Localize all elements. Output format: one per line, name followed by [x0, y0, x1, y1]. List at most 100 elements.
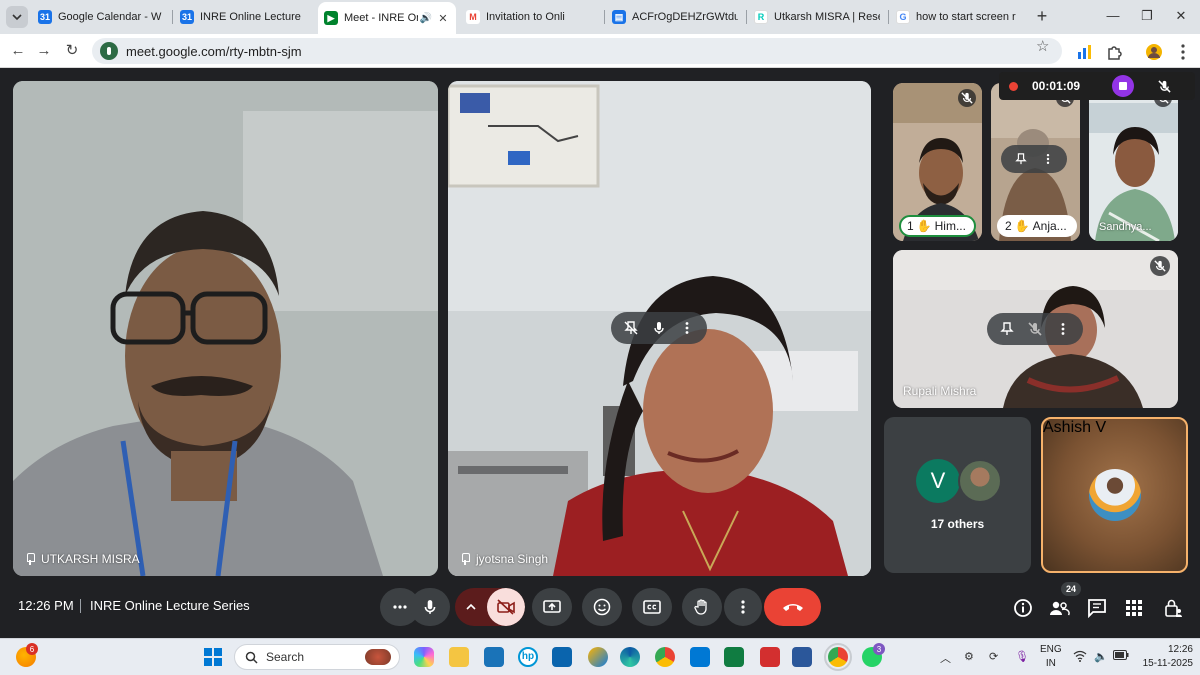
profile-avatar[interactable]	[1145, 43, 1163, 61]
video-tile-anjali[interactable]: 2 ✋ Anja...	[991, 83, 1080, 241]
edge-browser-icon[interactable]	[620, 647, 640, 667]
tab-researchgate[interactable]: R Utkarsh MISRA | Rese	[748, 4, 886, 30]
video-tile-utkarsh[interactable]: UTKARSH MISRA	[13, 81, 438, 576]
captions-button[interactable]	[632, 588, 672, 626]
pin-button[interactable]	[1010, 148, 1032, 170]
chrome-browser-icon[interactable]	[655, 647, 675, 667]
forward-button[interactable]: →	[34, 41, 54, 61]
vscode-app-icon[interactable]	[690, 647, 710, 667]
windows-taskbar: 6 Search hp 3 ︿ ⚙ ⟳ 🎙 ENG IN 🔈 12:26 15-…	[0, 638, 1200, 675]
people-button[interactable]	[1046, 595, 1072, 621]
tab-gmail-invitation[interactable]: M Invitation to Onli	[460, 4, 602, 30]
unpin-button[interactable]	[620, 317, 642, 339]
chrome-active-app-icon[interactable]	[824, 643, 852, 671]
clock-time: 12:26	[1167, 644, 1193, 655]
reactions-button[interactable]	[582, 588, 622, 626]
tray-sync-icon[interactable]: ⟳	[989, 650, 998, 663]
mute-participant-button[interactable]	[648, 317, 670, 339]
recording-mic-button[interactable]	[1153, 75, 1175, 97]
minimize-button[interactable]: —	[1100, 6, 1126, 26]
bookmark-star-icon[interactable]: ☆	[1036, 38, 1049, 56]
reload-button[interactable]: ↻	[62, 41, 82, 61]
word-app-icon[interactable]	[792, 647, 812, 667]
chevron-up-icon	[466, 603, 476, 610]
windows-start-icon[interactable]	[204, 648, 222, 666]
url-field[interactable]: meet.google.com/rty-mbtn-sjm	[92, 38, 1062, 64]
document-icon: ▤	[612, 10, 626, 24]
tab-document[interactable]: ▤ ACFrOgDEHZrGWtdu	[606, 4, 744, 30]
wifi-icon[interactable]	[1073, 650, 1087, 665]
chat-button[interactable]	[1084, 595, 1110, 621]
microsoft-store-app-icon[interactable]	[484, 647, 504, 667]
participant-name-label: Ashish V	[1043, 419, 1107, 436]
tab-label: how to start screen r	[916, 11, 1016, 23]
pin-icon	[460, 553, 470, 565]
stop-recording-button[interactable]	[1112, 75, 1134, 97]
people-icon	[1050, 601, 1070, 616]
camera-options-button[interactable]	[455, 588, 487, 626]
raise-hand-button[interactable]	[682, 588, 722, 626]
meeting-details-button[interactable]	[1010, 595, 1036, 621]
outlook-app-icon[interactable]	[552, 647, 572, 667]
meet-control-bar: 12:26 PM INRE Online Lecture Series	[0, 578, 1200, 638]
video-tile-sandhya[interactable]: Sandhya...	[1089, 83, 1178, 241]
tab-label: INRE Online Lecture	[200, 11, 301, 23]
extensions-puzzle-icon[interactable]	[1105, 43, 1123, 61]
system-clock[interactable]: 12:26 15-11-2025	[1133, 643, 1193, 671]
others-tile[interactable]: V 17 others	[884, 417, 1031, 573]
microphone-off-icon	[1028, 322, 1042, 336]
microphone-icon[interactable]: 🎙	[1015, 650, 1029, 663]
speaker-icon: 🔊	[419, 12, 432, 24]
more-options-button[interactable]	[724, 588, 762, 626]
activities-button[interactable]	[1121, 595, 1147, 621]
camera-off-icon	[497, 599, 515, 615]
video-tile-rupali[interactable]: Rupali Mishra	[893, 250, 1178, 408]
tab-inre-lecture[interactable]: 31 INRE Online Lecture	[174, 4, 314, 30]
tab-search-button[interactable]	[6, 6, 28, 28]
more-options-button[interactable]	[676, 317, 698, 339]
more-vertical-icon[interactable]	[1174, 43, 1192, 61]
language-indicator[interactable]: ENG IN	[1040, 643, 1062, 671]
hp-app-icon[interactable]: hp	[518, 647, 538, 667]
tab-google-calendar[interactable]: 31 Google Calendar - W	[32, 4, 170, 30]
analytics-extension-icon[interactable]	[1076, 43, 1094, 61]
pin-icon	[1000, 322, 1014, 335]
weather-app-icon[interactable]	[588, 647, 608, 667]
participant-name: UTKARSH MISRA	[25, 552, 140, 566]
avatar-initial: V	[916, 459, 960, 503]
close-window-button[interactable]: ✕	[1168, 6, 1194, 26]
tab-meet-active[interactable]: ▶ Meet - INRE Onli 🔊 ✕	[318, 2, 456, 34]
participant-name-label: Him...	[934, 219, 966, 233]
taskbar-search-box[interactable]: Search	[234, 644, 400, 670]
others-count: 17 others	[930, 517, 985, 531]
volume-icon[interactable]: 🔈	[1094, 650, 1108, 663]
site-info-icon[interactable]	[100, 42, 118, 60]
host-controls-button[interactable]	[1160, 595, 1186, 621]
chevron-up-icon[interactable]: ︿	[940, 650, 951, 666]
divider	[80, 599, 81, 613]
acrobat-app-icon[interactable]	[760, 647, 780, 667]
new-tab-button[interactable]: +	[1032, 7, 1052, 27]
more-options-button[interactable]	[1037, 148, 1059, 170]
camera-toggle-button[interactable]	[487, 588, 525, 626]
file-explorer-app-icon[interactable]	[449, 647, 469, 667]
excel-app-icon[interactable]	[724, 647, 744, 667]
restore-button[interactable]: ❐	[1134, 6, 1160, 26]
copilot-app-icon[interactable]	[414, 647, 434, 667]
participant-name-label: UTKARSH MISRA	[41, 552, 140, 566]
pin-button[interactable]	[996, 318, 1018, 340]
close-tab-icon[interactable]: ✕	[436, 12, 450, 25]
back-button[interactable]: ←	[8, 41, 28, 61]
battery-icon[interactable]	[1113, 650, 1129, 663]
video-tile-himanshu[interactable]: 1 ✋ Him...	[893, 83, 982, 241]
video-tile-jyotsna[interactable]: jyotsna Singh	[448, 81, 871, 576]
more-options-button[interactable]	[1052, 318, 1074, 340]
participant-name-label: Sandhya...	[1099, 221, 1152, 233]
tray-app-icon[interactable]: ⚙	[964, 650, 974, 663]
present-screen-button[interactable]	[532, 588, 572, 626]
microphone-button[interactable]	[410, 588, 450, 626]
leave-call-button[interactable]	[764, 588, 821, 626]
video-tile-ashish[interactable]: Ashish V	[1041, 417, 1188, 573]
tab-google-search[interactable]: G how to start screen r	[890, 4, 1028, 30]
mute-participant-button[interactable]	[1024, 318, 1046, 340]
